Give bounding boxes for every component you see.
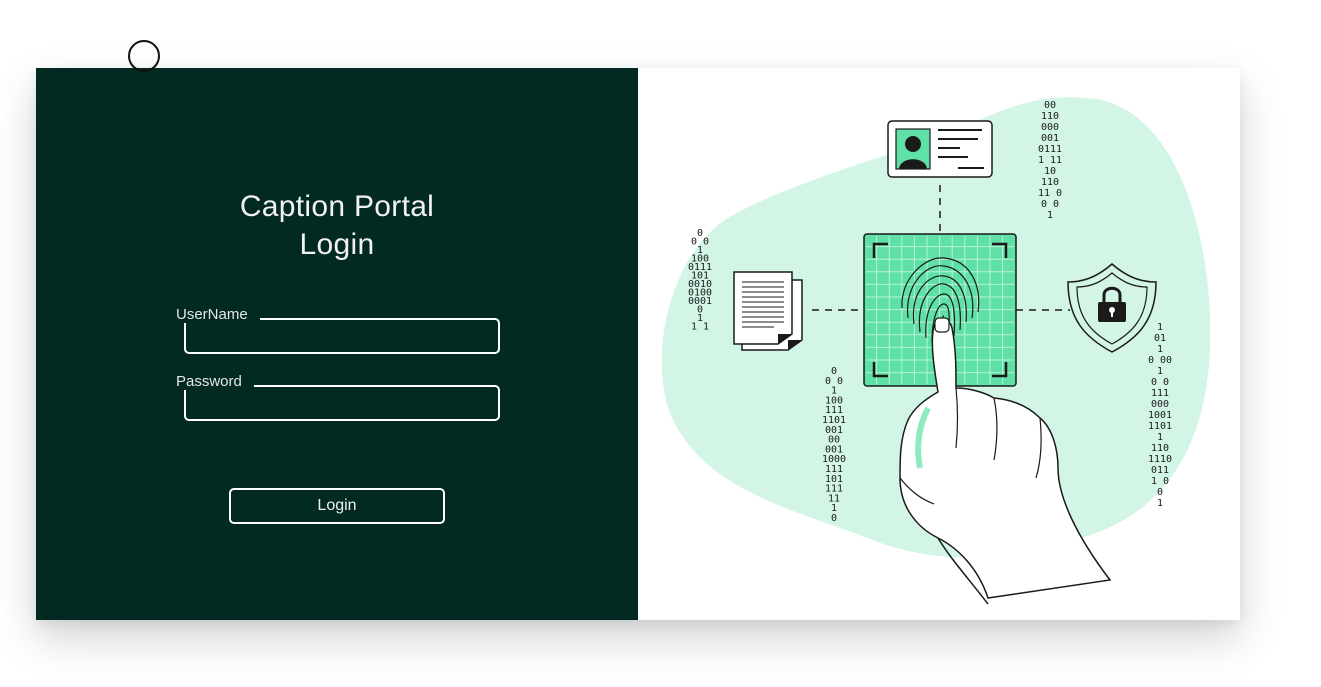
binary-digit-row: 011 [1151,465,1169,476]
login-button[interactable]: Login [229,488,445,524]
binary-digit-row: 1 1 [691,322,709,333]
binary-digit-row: 1001 [1148,410,1172,421]
binary-digit-row: 0111 [1038,144,1062,155]
id-card-icon [887,120,993,178]
cursor-ring-indicator [128,40,160,72]
binary-digit-row: 1 [1157,498,1163,509]
binary-digit-row: 110 [1151,443,1169,454]
binary-digit-row: 1 11 [1038,155,1062,166]
binary-digit-row: 111 [1151,388,1169,399]
binary-digit-row: 000 [1151,399,1169,410]
documents-icon [733,271,803,351]
page-title: Caption Portal Login [36,188,638,264]
binary-digit-row: 1 [1047,210,1053,221]
title-line-2: Login [299,228,375,261]
binary-digits-top-right: 0011000000101111 111011011 00 01 [1038,100,1062,221]
binary-digit-row: 110 [1041,111,1059,122]
binary-digit-row: 1 0 [1151,476,1169,487]
binary-digit-row: 01 [1154,333,1166,344]
binary-digit-row: 1 [1157,322,1163,333]
binary-digit-row: 10 [1044,166,1056,177]
title-line-1: Caption Portal [239,190,435,223]
login-panel: Caption Portal Login UserName Password L… [36,68,638,620]
binary-digit-row: 1110 [1148,454,1172,465]
security-illustration-panel: 00 0 1 100 0111 101 0010 0100 0001 0 1 1 1 00 0 1 10… [638,68,1240,620]
binary-digit-row: 0 [1157,487,1163,498]
username-label: UserName [176,307,260,323]
binary-digit-row: 000 [1041,122,1059,133]
binary-digit-row: 1101 [1148,421,1172,432]
binary-digit-row: 0 00 [1148,355,1172,366]
binary-digit-row: 1 [1157,344,1163,355]
binary-digit-row: 0 0 [1151,377,1169,388]
binary-digit-row: 1 [1157,432,1163,443]
binary-digit-row: 0 0 [1041,199,1059,210]
username-field[interactable] [184,318,500,354]
binary-digit-row: 0 [831,513,837,524]
binary-digit-row: 1 [1157,366,1163,377]
password-label: Password [176,374,254,390]
binary-digit-row: 00 [1044,100,1056,111]
login-card: Caption Portal Login UserName Password L… [36,68,1240,620]
fingerprint-security-illustration: 00 011000111101001001000001011 1 00 0110… [661,97,1211,605]
password-field[interactable] [184,385,500,421]
username-input[interactable] [186,320,498,352]
password-input[interactable] [186,387,498,419]
binary-digit-row: 001 [1041,133,1059,144]
binary-digit-row: 110 [1041,177,1059,188]
binary-digit-row: 11 0 [1038,188,1062,199]
